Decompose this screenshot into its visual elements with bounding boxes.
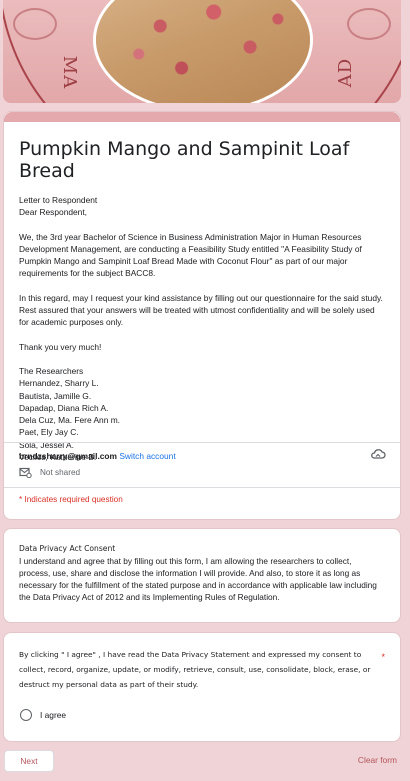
form-description: Letter to Respondent Dear Respondent, We… xyxy=(19,194,385,463)
mail-off-icon xyxy=(19,467,32,478)
swirl-ornament-left xyxy=(13,8,57,40)
form-title: Pumpkin Mango and Sampinit Loaf Bread xyxy=(19,138,350,182)
required-star: * xyxy=(381,652,385,662)
consent-question: By clicking " I agree" , I have read the… xyxy=(19,650,371,689)
description-paragraph: Letter to Respondent Dear Respondent, xyxy=(19,195,98,218)
privacy-section-card: Data Privacy Act Consent I understand an… xyxy=(3,528,401,623)
next-button[interactable]: Next xyxy=(4,750,54,772)
privacy-title: Data Privacy Act Consent xyxy=(19,544,116,553)
description-paragraph: Thank you very much! xyxy=(19,341,102,352)
switch-account-link[interactable]: Switch account xyxy=(119,451,175,461)
banner-text-left: MA xyxy=(59,55,81,90)
required-note: * Indicates required question xyxy=(19,495,123,504)
consent-question-card: By clicking " I agree" , I have read the… xyxy=(3,632,401,742)
agree-option[interactable]: I agree xyxy=(20,709,66,721)
cloud-save-icon xyxy=(371,449,386,459)
privacy-body: I understand and agree that by filling o… xyxy=(19,556,377,602)
accent-bar xyxy=(4,112,400,122)
header-banner: MA AD xyxy=(3,0,401,103)
bread-photo xyxy=(96,0,310,103)
swirl-ornament-right xyxy=(347,8,391,40)
form-header-card: Pumpkin Mango and Sampinit Loaf Bread Le… xyxy=(3,111,401,520)
not-shared-label: Not shared xyxy=(40,468,81,477)
clear-form-button[interactable]: Clear form xyxy=(358,755,397,765)
divider xyxy=(4,487,400,488)
description-paragraph: The Researchers Hernandez, Sharry L. Bau… xyxy=(19,365,121,463)
not-shared-indicator: Not shared xyxy=(19,467,80,478)
divider xyxy=(4,442,400,443)
description-paragraph: We, the 3rd year Bachelor of Science in … xyxy=(19,231,362,279)
agree-radio[interactable] xyxy=(20,709,32,721)
account-email: hrndzsharry@gmail.com xyxy=(19,451,117,461)
agree-label: I agree xyxy=(40,710,67,720)
description-paragraph: In this regard, may I request your kind … xyxy=(19,292,383,328)
banner-text-right: AD xyxy=(335,57,357,88)
account-line: hrndzsharry@gmail.com Switch account xyxy=(19,451,176,461)
